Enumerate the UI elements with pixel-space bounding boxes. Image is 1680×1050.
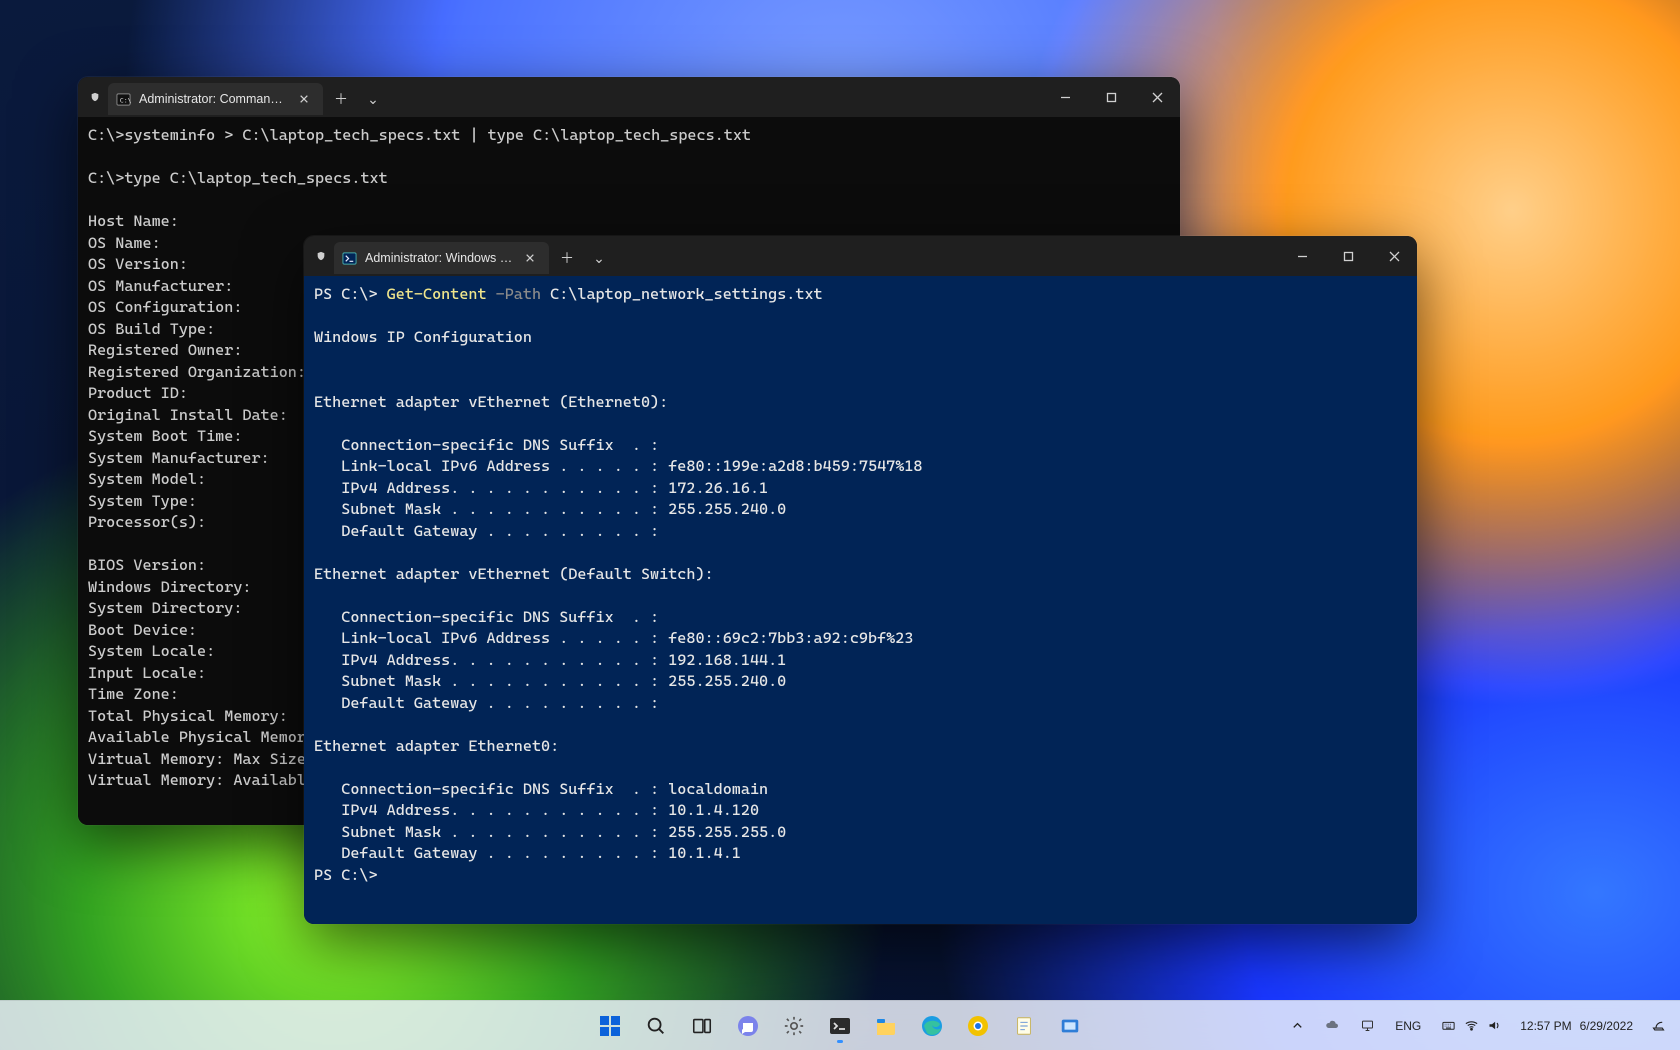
ps-tab-close-button[interactable] bbox=[521, 249, 539, 267]
taskbar-app-explorer[interactable] bbox=[866, 1006, 906, 1046]
cmd-tab[interactable]: C:\ Administrator: Command Pro bbox=[108, 83, 323, 115]
close-button[interactable] bbox=[1134, 77, 1180, 117]
maximize-button[interactable] bbox=[1325, 236, 1371, 276]
system-tray: ENG 12:57 PM 6/29/2022 bbox=[1282, 1014, 1680, 1037]
tray-overflow-button[interactable] bbox=[1282, 1014, 1313, 1037]
minimize-button[interactable] bbox=[1279, 236, 1325, 276]
cmd-tab-label: Administrator: Command Pro bbox=[139, 92, 287, 106]
tray-language-button[interactable]: ENG bbox=[1387, 1015, 1429, 1037]
taskbar-app-chat[interactable] bbox=[728, 1006, 768, 1046]
tab-dropdown-button[interactable]: ⌄ bbox=[357, 83, 389, 115]
new-tab-button[interactable]: ＋ bbox=[325, 83, 357, 115]
taskbar-app-settings[interactable] bbox=[774, 1006, 814, 1046]
tray-date: 6/29/2022 bbox=[1580, 1019, 1633, 1033]
task-view-button[interactable] bbox=[682, 1006, 722, 1046]
minimize-button[interactable] bbox=[1042, 77, 1088, 117]
cmd-titlebar[interactable]: C:\ Administrator: Command Pro ＋ ⌄ bbox=[78, 77, 1180, 117]
start-button[interactable] bbox=[590, 1006, 630, 1046]
powershell-window: Administrator: Windows Powe ＋ ⌄ PS C:\> … bbox=[304, 236, 1417, 924]
taskbar: ENG 12:57 PM 6/29/2022 bbox=[0, 1000, 1680, 1050]
taskbar-app-terminal[interactable] bbox=[820, 1006, 860, 1046]
ps-output[interactable]: PS C:\> Get-Content -Path C:\laptop_netw… bbox=[304, 276, 1417, 924]
tab-dropdown-button[interactable]: ⌄ bbox=[583, 242, 615, 274]
tray-time: 12:57 PM bbox=[1520, 1019, 1571, 1033]
wifi-icon bbox=[1464, 1018, 1479, 1033]
new-tab-button[interactable]: ＋ bbox=[551, 242, 583, 274]
maximize-button[interactable] bbox=[1088, 77, 1134, 117]
cmd-tab-close-button[interactable] bbox=[295, 90, 313, 108]
tray-notifications-button[interactable] bbox=[1643, 1014, 1674, 1037]
ps-tab[interactable]: Administrator: Windows Powe bbox=[334, 242, 549, 274]
taskbar-app-chrome-canary[interactable] bbox=[958, 1006, 998, 1046]
taskbar-app-notepad[interactable] bbox=[1004, 1006, 1044, 1046]
volume-icon bbox=[1487, 1018, 1502, 1033]
keyboard-icon bbox=[1441, 1018, 1456, 1033]
search-button[interactable] bbox=[636, 1006, 676, 1046]
tray-vm-icon[interactable] bbox=[1352, 1014, 1383, 1037]
shield-icon bbox=[78, 90, 106, 104]
ps-tab-label: Administrator: Windows Powe bbox=[365, 251, 513, 265]
svg-text:C:\: C:\ bbox=[120, 96, 131, 104]
shield-icon bbox=[304, 249, 332, 263]
close-button[interactable] bbox=[1371, 236, 1417, 276]
cmd-tab-icon: C:\ bbox=[116, 92, 131, 107]
tray-clock[interactable]: 12:57 PM 6/29/2022 bbox=[1514, 1017, 1639, 1035]
tray-onedrive-icon[interactable] bbox=[1317, 1014, 1348, 1037]
ps-titlebar[interactable]: Administrator: Windows Powe ＋ ⌄ bbox=[304, 236, 1417, 276]
tray-network-volume[interactable] bbox=[1433, 1014, 1510, 1037]
powershell-tab-icon bbox=[342, 251, 357, 266]
taskbar-app-edge[interactable] bbox=[912, 1006, 952, 1046]
tray-language-label: ENG bbox=[1395, 1019, 1421, 1033]
taskbar-app-screenshot[interactable] bbox=[1050, 1006, 1090, 1046]
